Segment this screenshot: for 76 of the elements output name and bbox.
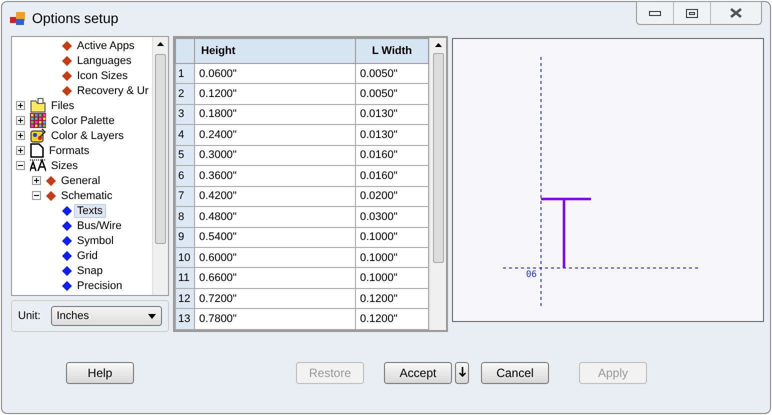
letters-icon: [30, 159, 46, 172]
scrollbar[interactable]: [152, 37, 168, 295]
app-icon: [10, 10, 26, 26]
table-cell: 0.4200": [194, 186, 356, 207]
row-number: 9: [176, 227, 195, 248]
button[interactable]: Cancel: [481, 362, 549, 384]
collapse-icon[interactable]: [16, 161, 25, 170]
table-cell: 0.3000": [194, 145, 356, 166]
tree-item[interactable]: Active Apps: [75, 40, 136, 52]
origin-label: 06: [526, 270, 537, 280]
button[interactable]: Help: [66, 362, 134, 384]
tree-item[interactable]: Color & Layers: [49, 130, 126, 142]
table-cell: 0.1200": [194, 84, 356, 104]
tree-item[interactable]: Languages: [75, 54, 134, 66]
expand-icon[interactable]: [16, 146, 25, 155]
tree-item[interactable]: General: [59, 174, 102, 186]
row-number: 7: [176, 186, 195, 207]
row-number: 6: [176, 166, 195, 186]
tree-item[interactable]: Precision: [75, 280, 124, 292]
column-header[interactable]: L Width: [356, 38, 428, 64]
table-cell: 0.4800": [194, 206, 356, 228]
scroll-up-icon[interactable]: [434, 43, 442, 47]
table-cell: 0.2400": [194, 124, 356, 146]
caret-icon: [148, 314, 156, 318]
tree-item[interactable]: Color Palette: [49, 114, 117, 126]
expand-icon[interactable]: [32, 176, 41, 185]
table-cell: 0.7800": [194, 308, 356, 330]
table-cell: 0.3600": [194, 166, 356, 186]
tree-item[interactable]: Formats: [47, 144, 92, 156]
expand-icon[interactable]: [16, 101, 25, 110]
expand-icon[interactable]: [16, 131, 25, 140]
scrollbar[interactable]: [429, 38, 446, 330]
folder-icon: [30, 98, 46, 113]
tree-item[interactable]: Files: [49, 100, 76, 112]
button[interactable]: Accept: [384, 362, 452, 384]
tree-item[interactable]: Snap: [75, 264, 105, 276]
row-number: 2: [176, 84, 195, 104]
scroll-up-icon[interactable]: [157, 42, 164, 46]
minimize-icon[interactable]: [649, 10, 661, 16]
row-number: 5: [176, 145, 195, 166]
table-cell: 0.6000": [194, 248, 356, 268]
row-number: 1: [176, 63, 195, 84]
row-number: 12: [176, 288, 195, 309]
row-number: 10: [176, 248, 195, 268]
row-number: 13: [176, 308, 195, 330]
tree-item[interactable]: Grid: [75, 250, 100, 262]
unit-dropdown[interactable]: Inches: [50, 306, 162, 326]
tree-item[interactable]: Icon Sizes: [75, 70, 130, 82]
table-cell: 0.5400": [194, 227, 356, 248]
close-icon[interactable]: [730, 8, 742, 18]
row-number: 3: [176, 104, 195, 125]
table-cell: 0.1800": [194, 104, 356, 125]
row-number: 8: [176, 206, 195, 228]
maximize-icon[interactable]: [686, 8, 698, 18]
table-cell: 0.6600": [194, 268, 356, 288]
column-header[interactable]: Height: [194, 38, 356, 64]
split-arrow-button[interactable]: [455, 362, 469, 384]
window-title: Options setup: [32, 10, 118, 26]
down-arrow-icon: [458, 366, 466, 376]
text-height-drawing: [540, 198, 592, 270]
tree-item[interactable]: Recovery & Ur: [75, 84, 151, 96]
table-cell: 0.0600": [194, 63, 356, 84]
document-icon: [30, 143, 44, 158]
expand-icon[interactable]: [16, 116, 25, 125]
tree-item[interactable]: Bus/Wire: [75, 220, 124, 232]
collapse-icon[interactable]: [32, 191, 41, 200]
paint-icon: [30, 128, 46, 143]
row-number: 4: [176, 124, 195, 146]
unit-label: Unit:: [18, 310, 41, 322]
tree-item[interactable]: Symbol: [75, 234, 116, 246]
row-number: 11: [176, 268, 195, 288]
tree-item[interactable]: Sizes: [49, 160, 80, 172]
palette-icon: [30, 113, 46, 128]
tree-item[interactable]: Schematic: [59, 190, 114, 202]
tree-item[interactable]: Texts: [75, 204, 105, 216]
table-cell: 0.7200": [194, 288, 356, 309]
